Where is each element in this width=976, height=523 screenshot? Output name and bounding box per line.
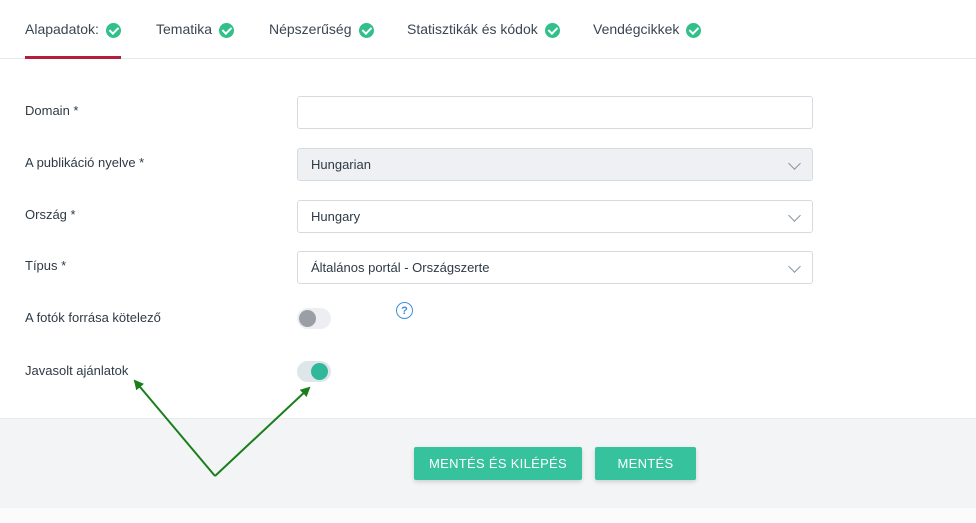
country-select[interactable]: Hungary [297, 200, 813, 233]
photo-source-label: A fotók forrása kötelező [25, 310, 161, 325]
language-select[interactable]: Hungarian [297, 148, 813, 181]
tab-label: Alapadatok: [25, 21, 99, 37]
recommended-label: Javasolt ajánlatok [25, 363, 129, 378]
help-question-icon[interactable]: ? [396, 302, 413, 319]
save-button[interactable]: MENTÉS [595, 447, 696, 480]
check-circle-icon [544, 22, 560, 38]
language-label: A publikáció nyelve * [25, 155, 145, 170]
tab-tematika[interactable]: Tematika [156, 0, 235, 58]
country-value: Hungary [311, 209, 361, 224]
domain-label: Domain * [25, 103, 79, 118]
chevron-down-icon [788, 157, 801, 170]
check-circle-icon [219, 22, 235, 38]
domain-field[interactable] [297, 96, 813, 129]
tab-label: Vendégcikkek [593, 21, 680, 37]
tab-label: Tematika [156, 21, 213, 37]
chevron-down-icon [788, 209, 801, 222]
tab-vendegcikkek[interactable]: Vendégcikkek [593, 0, 702, 58]
type-label: Típus * [25, 258, 67, 273]
basic-data-form: Domain * A publikáció nyelve * Hungarian… [0, 59, 976, 418]
tab-label: Statisztikák és kódok [407, 21, 538, 37]
language-value: Hungarian [311, 157, 371, 172]
form-footer: MENTÉS ÉS KILÉPÉS MENTÉS [0, 418, 976, 508]
domain-input[interactable] [311, 97, 812, 128]
save-and-exit-button[interactable]: MENTÉS ÉS KILÉPÉS [414, 447, 582, 480]
tab-statisztikak[interactable]: Statisztikák és kódok [407, 0, 560, 58]
chevron-down-icon [788, 260, 801, 273]
recommended-toggle[interactable] [297, 361, 331, 382]
photo-source-toggle[interactable] [297, 308, 331, 329]
toggle-knob [311, 363, 328, 380]
check-circle-icon [105, 22, 121, 38]
tab-bar: Alapadatok: Tematika Népszerűség Statisz… [0, 0, 976, 59]
toggle-knob [299, 310, 316, 327]
type-select[interactable]: Általános portál - Országszerte [297, 251, 813, 284]
check-circle-icon [358, 22, 374, 38]
tab-label: Népszerűség [269, 21, 352, 37]
tab-alapadatok[interactable]: Alapadatok: [25, 0, 121, 59]
check-circle-icon [686, 22, 702, 38]
bottom-strip [0, 508, 976, 523]
tab-nepszeruseg[interactable]: Népszerűség [269, 0, 374, 58]
country-label: Ország * [25, 207, 76, 222]
type-value: Általános portál - Országszerte [311, 260, 490, 275]
